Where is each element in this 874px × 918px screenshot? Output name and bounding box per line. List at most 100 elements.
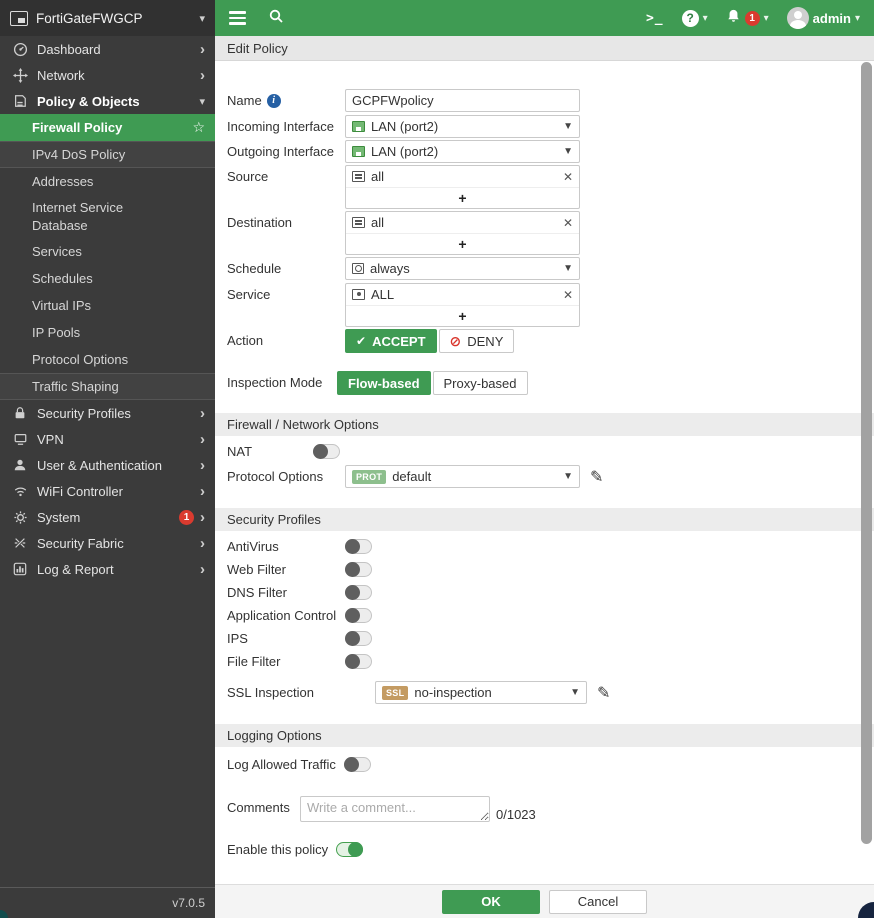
cli-console-icon[interactable]: >_	[646, 11, 664, 26]
chevron-down-icon: ▾	[764, 13, 769, 24]
nat-label: NAT	[227, 444, 313, 459]
comments-textarea[interactable]	[300, 796, 490, 822]
sidebar-subitem-ip-pools[interactable]: IP Pools	[0, 319, 215, 346]
star-icon[interactable]: ☆	[192, 119, 205, 136]
log-allowed-traffic-row: Log Allowed Traffic	[215, 757, 874, 772]
chevron-down-icon: ▼	[563, 146, 573, 157]
sidebar-item-log-report[interactable]: Log & Report ›	[0, 556, 215, 582]
destination-entry[interactable]: all ✕	[346, 212, 579, 234]
name-row: Namei	[215, 89, 874, 112]
user-menu[interactable]: admin ▾	[787, 7, 860, 29]
chevron-down-icon: ▾	[855, 13, 860, 24]
sidebar-item-user-authentication[interactable]: User & Authentication ›	[0, 452, 215, 478]
web-filter-toggle[interactable]	[345, 562, 372, 577]
incoming-interface-label: Incoming Interface	[227, 115, 345, 134]
policy-name-input[interactable]	[345, 89, 580, 112]
move-arrows-icon	[12, 67, 28, 83]
sidebar: FortiGateFWGCP ▾ Dashboard › Network › P…	[0, 0, 215, 918]
help-icon: ?	[682, 10, 699, 27]
source-label: Source	[227, 165, 345, 184]
sidebar-subitem-traffic-shaping[interactable]: Traffic Shaping	[0, 373, 215, 400]
notifications-menu[interactable]: 1 ▾	[726, 8, 769, 29]
file-filter-toggle[interactable]	[345, 654, 372, 669]
sidebar-subitem-ipv4-dos-policy[interactable]: IPv4 DoS Policy	[0, 141, 215, 168]
search-icon[interactable]	[268, 8, 284, 29]
schedule-row: Schedule always ▼	[215, 257, 874, 280]
service-label: Service	[227, 283, 345, 302]
app-window: FortiGateFWGCP ▾ Dashboard › Network › P…	[0, 0, 874, 918]
device-selector[interactable]: FortiGateFWGCP ▾	[0, 0, 215, 36]
sidebar-subitem-protocol-options[interactable]: Protocol Options	[0, 346, 215, 373]
enable-policy-toggle[interactable]	[336, 842, 363, 857]
remove-icon[interactable]: ✕	[563, 288, 573, 302]
ssl-inspection-select[interactable]: SSL no-inspection ▼	[375, 681, 587, 704]
service-add-button[interactable]: +	[346, 306, 579, 326]
outgoing-interface-select[interactable]: LAN (port2) ▼	[345, 140, 580, 163]
sidebar-subitem-internet-service-database[interactable]: Internet Service Database	[0, 195, 215, 238]
chevron-down-icon: ▼	[563, 263, 573, 274]
security-fabric-icon	[12, 535, 28, 551]
section-firewall-network-options: Firewall / Network Options	[215, 413, 874, 436]
avatar	[787, 7, 809, 29]
help-menu[interactable]: ? ▾	[682, 10, 708, 27]
sidebar-item-security-profiles[interactable]: Security Profiles ›	[0, 400, 215, 426]
cancel-button[interactable]: Cancel	[549, 890, 647, 914]
inspection-flow-button[interactable]: Flow-based	[337, 371, 431, 395]
ips-row: IPS	[215, 631, 874, 646]
action-row: Action ✔ ACCEPT ⊘ DENY	[215, 329, 874, 353]
source-add-button[interactable]: +	[346, 188, 579, 208]
dns-filter-toggle[interactable]	[345, 585, 372, 600]
enable-policy-label: Enable this policy	[227, 842, 328, 857]
protocol-options-label: Protocol Options	[227, 465, 345, 484]
sidebar-item-system[interactable]: System 1 ›	[0, 504, 215, 530]
notification-count-badge: 1	[745, 11, 760, 26]
destination-add-button[interactable]: +	[346, 234, 579, 254]
sidebar-subitem-virtual-ips[interactable]: Virtual IPs	[0, 292, 215, 319]
application-control-toggle[interactable]	[345, 608, 372, 623]
sidebar-subitem-firewall-policy[interactable]: Firewall Policy ☆	[0, 114, 215, 141]
schedule-select[interactable]: always ▼	[345, 257, 580, 280]
sidebar-item-security-fabric[interactable]: Security Fabric ›	[0, 530, 215, 556]
sidebar-subitem-services[interactable]: Services	[0, 238, 215, 265]
protocol-options-select[interactable]: PROT default ▼	[345, 465, 580, 488]
destination-label: Destination	[227, 211, 345, 230]
sidebar-item-vpn[interactable]: VPN ›	[0, 426, 215, 452]
page-title: Edit Policy	[215, 36, 874, 61]
sidebar-item-dashboard[interactable]: Dashboard ›	[0, 36, 215, 62]
sidebar-item-policy-objects[interactable]: Policy & Objects ▾	[0, 88, 215, 114]
nat-toggle[interactable]	[313, 444, 340, 459]
scrollbar-thumb[interactable]	[861, 62, 872, 844]
lock-icon	[12, 405, 28, 421]
prot-badge: PROT	[352, 470, 386, 484]
edit-pencil-icon[interactable]: ✎	[590, 465, 603, 487]
action-accept-button[interactable]: ✔ ACCEPT	[345, 329, 437, 353]
chevron-right-icon: ›	[200, 510, 205, 525]
remove-icon[interactable]: ✕	[563, 216, 573, 230]
ssl-inspection-row: SSL Inspection SSL no-inspection ▼ ✎	[215, 681, 874, 704]
source-entry[interactable]: all ✕	[346, 166, 579, 188]
inspection-proxy-button[interactable]: Proxy-based	[433, 371, 528, 395]
sidebar-item-network[interactable]: Network ›	[0, 62, 215, 88]
sidebar-subitem-addresses[interactable]: Addresses	[0, 168, 215, 195]
comments-label: Comments	[227, 796, 300, 815]
fortigate-logo-icon	[10, 11, 28, 26]
action-deny-button[interactable]: ⊘ DENY	[439, 329, 515, 353]
username-label: admin	[813, 11, 851, 26]
web-filter-row: Web Filter	[215, 562, 874, 577]
chevron-right-icon: ›	[200, 406, 205, 421]
sidebar-subitem-schedules[interactable]: Schedules	[0, 265, 215, 292]
ok-button[interactable]: OK	[442, 890, 540, 914]
edit-pencil-icon[interactable]: ✎	[597, 681, 610, 703]
service-entry[interactable]: ALL ✕	[346, 284, 579, 306]
outgoing-interface-row: Outgoing Interface LAN (port2) ▼	[215, 140, 874, 163]
check-icon: ✔	[356, 334, 366, 348]
incoming-interface-row: Incoming Interface LAN (port2) ▼	[215, 115, 874, 138]
remove-icon[interactable]: ✕	[563, 170, 573, 184]
hamburger-menu-icon[interactable]	[229, 11, 246, 25]
chevron-right-icon: ›	[200, 458, 205, 473]
antivirus-toggle[interactable]	[345, 539, 372, 554]
sidebar-item-wifi-controller[interactable]: WiFi Controller ›	[0, 478, 215, 504]
log-allowed-traffic-toggle[interactable]	[344, 757, 371, 772]
incoming-interface-select[interactable]: LAN (port2) ▼	[345, 115, 580, 138]
ips-toggle[interactable]	[345, 631, 372, 646]
